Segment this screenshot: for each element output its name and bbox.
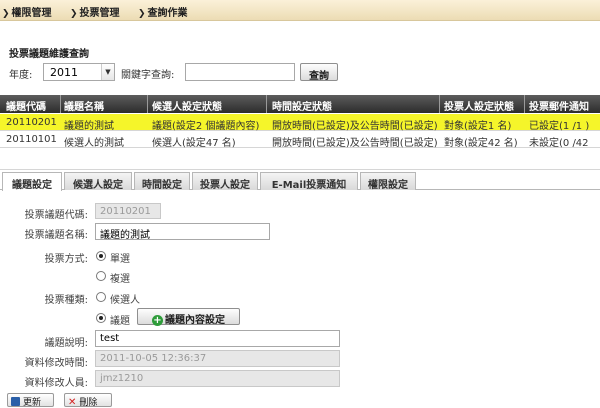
year-select-value: 2011 — [50, 66, 78, 79]
column-divider — [147, 95, 148, 113]
tab-candidate-settings[interactable]: 候選人設定 — [64, 172, 132, 191]
table-cell: 開放時間(已設定)及公告時間(已設定) — [272, 138, 438, 149]
table-cell: 未設定(0 /42 — [529, 138, 589, 149]
column-header: 議題代碼 — [6, 102, 46, 113]
year-label: 年度: — [9, 70, 33, 81]
table-empty-area — [0, 148, 600, 170]
table-cell: 開放時間(已設定)及公告時間(已設定) — [272, 121, 438, 132]
column-divider — [524, 95, 525, 113]
vote-method-label: 投票方式: — [44, 254, 88, 265]
column-divider — [266, 95, 267, 113]
keyword-label: 關鍵字查詢: — [121, 70, 175, 81]
table-cell: 議題(設定2 個議題內容) — [152, 121, 260, 132]
topic-name-input[interactable]: 議題的測試 — [95, 223, 270, 241]
radio-multiple-choice-label: 複選 — [110, 274, 130, 285]
keyword-input[interactable] — [185, 63, 295, 81]
table-cell: 對象(設定1 名) — [444, 121, 512, 132]
modified-by-label: 資料修改人員: — [24, 378, 88, 389]
radio-multiple-choice[interactable] — [96, 271, 106, 281]
modified-time-label: 資料修改時間: — [24, 358, 88, 369]
breadcrumb-item[interactable]: ❯ 權限管理 — [2, 4, 52, 19]
update-button[interactable]: 更新 — [7, 393, 54, 408]
tab-voter-settings[interactable]: 投票人設定 — [192, 172, 258, 191]
tab-bar: 議題設定 候選人設定 時間設定 投票人設定 E-Mail投票通知 權限設定 — [0, 172, 600, 191]
delete-icon: ✕ — [68, 397, 77, 408]
radio-topic[interactable] — [96, 313, 106, 323]
table-cell: 20110201 — [6, 117, 57, 128]
table-cell: 候選人的測試 — [64, 138, 124, 149]
column-header: 時間設定狀態 — [272, 102, 332, 113]
radio-candidate[interactable] — [96, 292, 106, 302]
topic-code-field: 20110201 — [95, 203, 161, 219]
breadcrumb-item[interactable]: ❯ 查詢作業 — [138, 4, 188, 19]
chevron-down-icon: ▼ — [101, 64, 114, 80]
column-header: 投票郵件通知 — [529, 102, 589, 113]
column-header: 候選人設定狀態 — [152, 102, 222, 113]
tab-topic-settings[interactable]: 議題設定 — [2, 172, 62, 191]
topic-content-settings-button[interactable]: + 議題內容設定 — [137, 308, 240, 326]
vote-type-label: 投票種類: — [44, 295, 88, 306]
add-icon: + — [152, 314, 163, 326]
modified-by-field: jmz1210 — [95, 370, 340, 387]
table-row[interactable]: 20110101 候選人的測試 候選人(設定47 名) 開放時間(已設定)及公告… — [0, 131, 600, 149]
column-divider — [60, 95, 61, 113]
chevron-right-icon: ❯ — [138, 9, 146, 19]
delete-button[interactable]: ✕ 刪除 — [64, 393, 112, 408]
tab-email-notification[interactable]: E-Mail投票通知 — [260, 172, 358, 191]
chevron-right-icon: ❯ — [2, 9, 10, 19]
radio-topic-label: 議題 — [110, 316, 130, 327]
table-cell: 20110101 — [6, 134, 57, 145]
save-icon — [11, 397, 20, 406]
tab-permission-settings[interactable]: 權限設定 — [360, 172, 416, 191]
column-header: 議題名稱 — [64, 102, 104, 113]
description-input[interactable]: test — [95, 330, 340, 347]
table-cell: 對象(設定42 名) — [444, 138, 518, 149]
column-header: 投票人設定狀態 — [444, 102, 514, 113]
breadcrumb-item[interactable]: ❯ 投票管理 — [70, 4, 120, 19]
description-label: 議題說明: — [44, 338, 88, 349]
table-cell: 已設定(1 /1 ) — [529, 121, 590, 132]
topic-name-label: 投票議題名稱: — [24, 230, 88, 241]
year-select[interactable]: 2011 ▼ — [43, 63, 115, 81]
column-divider — [439, 95, 440, 113]
table-cell: 候選人(設定47 名) — [152, 138, 236, 149]
radio-candidate-label: 候選人 — [110, 295, 140, 306]
table-cell: 議題的測試 — [64, 121, 114, 132]
chevron-right-icon: ❯ — [70, 9, 78, 19]
radio-single-choice-label: 單選 — [110, 254, 130, 265]
breadcrumb-bar: ❯ 權限管理 ❯ 投票管理 ❯ 查詢作業 — [0, 0, 600, 21]
radio-single-choice[interactable] — [96, 251, 106, 261]
table-row[interactable]: 20110201 議題的測試 議題(設定2 個議題內容) 開放時間(已設定)及公… — [0, 114, 600, 132]
topic-code-label: 投票議題代碼: — [24, 210, 88, 221]
modified-time-field: 2011-10-05 12:36:37 — [95, 350, 340, 367]
table-header: 議題代碼 議題名稱 候選人設定狀態 時間設定狀態 投票人設定狀態 投票郵件通知 — [0, 95, 600, 113]
tab-time-settings[interactable]: 時間設定 — [134, 172, 190, 191]
search-button[interactable]: 查詢 — [300, 63, 338, 82]
search-section-title: 投票議題維護查詢 — [9, 49, 89, 60]
